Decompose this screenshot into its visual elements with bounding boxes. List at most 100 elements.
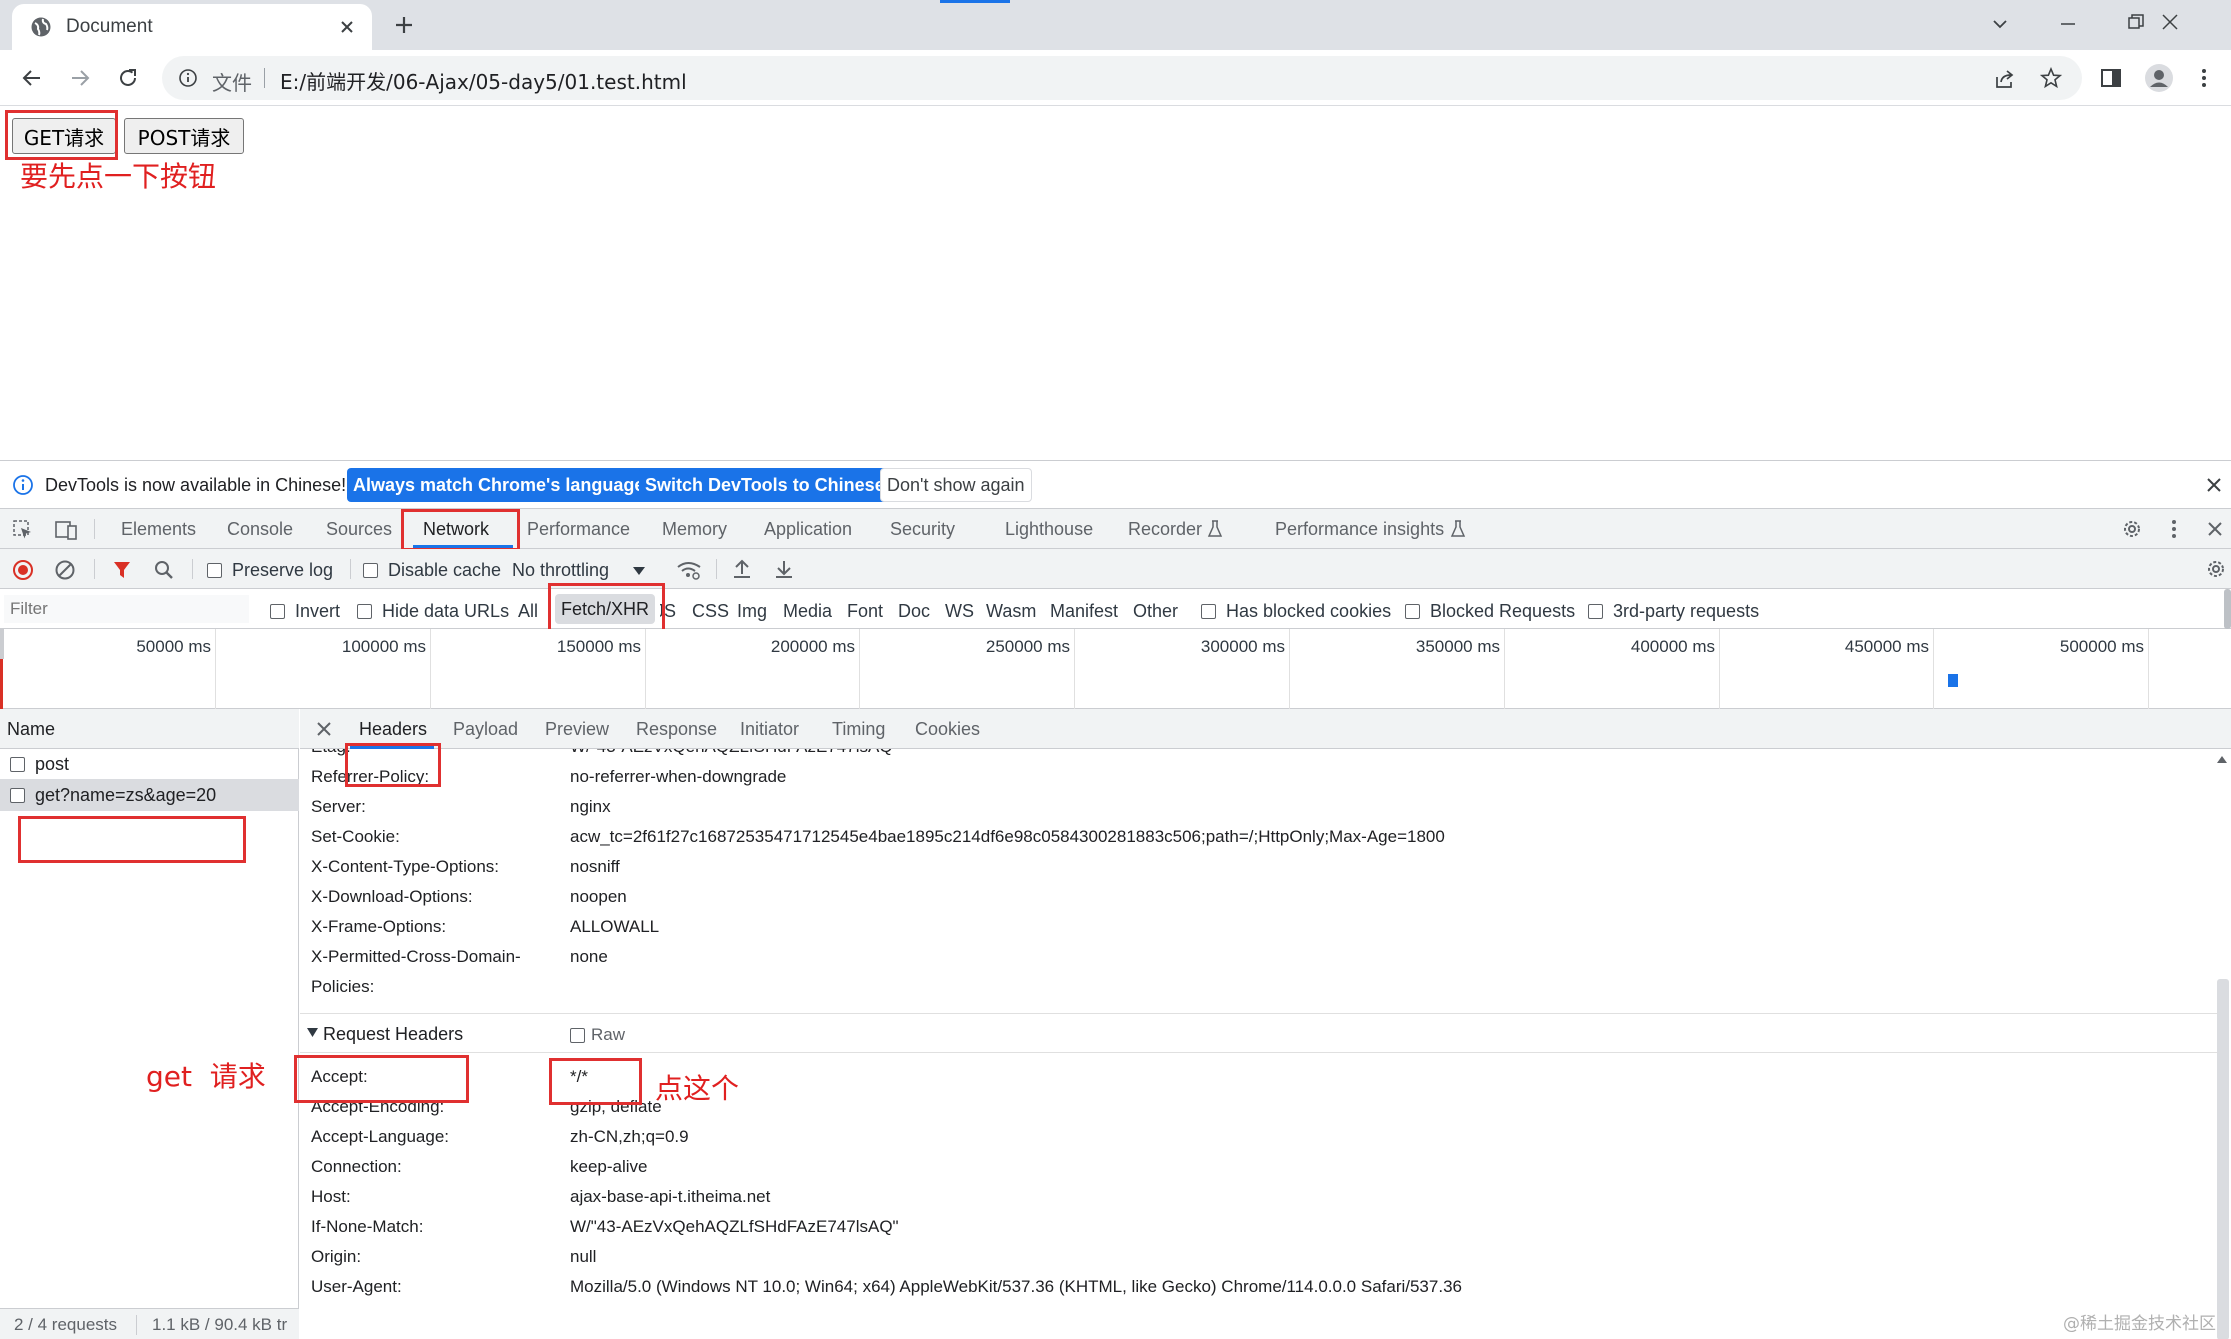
- address-url[interactable]: E:/前端开发/06-Ajax/05-day5/01.test.html: [280, 66, 687, 95]
- detail-tab-timing[interactable]: Timing: [832, 709, 885, 749]
- disable-cache-box[interactable]: [363, 563, 378, 578]
- detail-tab-preview[interactable]: Preview: [545, 709, 609, 749]
- request-row-checkbox[interactable]: [10, 756, 25, 772]
- detail-tab-headers[interactable]: Headers: [359, 709, 427, 749]
- type-filter-all[interactable]: All: [518, 601, 538, 622]
- switch-devtools-chinese-button[interactable]: Switch DevTools to Chinese: [639, 468, 891, 502]
- tab-network[interactable]: Network: [423, 509, 489, 549]
- third-party-requests-checkbox[interactable]: 3rd-party requests: [1588, 601, 1759, 622]
- network-conditions-wifi-icon[interactable]: [676, 559, 702, 581]
- type-filter-ws[interactable]: WS: [945, 601, 974, 622]
- browser-tab[interactable]: Document: [12, 4, 372, 50]
- request-row-selected[interactable]: get?name=zs&age=20: [0, 779, 299, 811]
- headers-scrollbar-thumb[interactable]: [2217, 979, 2229, 1339]
- request-list-header[interactable]: Name: [0, 709, 299, 749]
- window-close-icon[interactable]: [2160, 12, 2180, 32]
- get-request-button[interactable]: GET请求: [12, 118, 116, 154]
- browser-menu-icon[interactable]: [2200, 67, 2208, 89]
- info-icon[interactable]: [178, 68, 198, 88]
- detail-close-icon[interactable]: [316, 721, 332, 737]
- address-bar[interactable]: 文件 E:/前端开发/06-Ajax/05-day5/01.test.html: [162, 56, 2082, 100]
- always-match-language-button[interactable]: Always match Chrome's language: [347, 468, 651, 502]
- third-party-requests-box[interactable]: [1588, 604, 1603, 619]
- type-filter-manifest[interactable]: Manifest: [1050, 601, 1118, 622]
- type-filter-doc[interactable]: Doc: [898, 601, 930, 622]
- network-settings-gear-icon[interactable]: [2204, 557, 2228, 581]
- share-icon[interactable]: [1994, 68, 2016, 90]
- has-blocked-cookies-box[interactable]: [1201, 604, 1216, 619]
- timeline-request-bar: [1948, 674, 1958, 687]
- search-icon[interactable]: [153, 559, 175, 581]
- devtools-settings-gear-icon[interactable]: [2120, 517, 2144, 541]
- hide-data-urls-box[interactable]: [357, 604, 372, 619]
- type-filter-fetch-xhr[interactable]: Fetch/XHR: [555, 594, 656, 624]
- tab-recorder[interactable]: Recorder: [1128, 509, 1202, 549]
- side-panel-icon[interactable]: [2100, 67, 2122, 89]
- request-row[interactable]: post: [0, 749, 299, 779]
- forward-arrow-icon[interactable]: [68, 66, 92, 90]
- type-filter-css[interactable]: CSS: [692, 601, 729, 622]
- headers-scrollbar-up-icon[interactable]: [2217, 755, 2227, 763]
- tab-lighthouse[interactable]: Lighthouse: [1005, 509, 1093, 549]
- tab-performance-insights[interactable]: Performance insights: [1275, 509, 1444, 549]
- tab-application[interactable]: Application: [764, 509, 852, 549]
- inspect-element-icon[interactable]: [12, 519, 34, 541]
- profile-avatar-icon[interactable]: [2144, 63, 2174, 93]
- invert-checkbox[interactable]: Invert: [270, 601, 340, 622]
- detail-tab-response[interactable]: Response: [636, 709, 717, 749]
- detail-tab-initiator[interactable]: Initiator: [740, 709, 799, 749]
- tab-sources[interactable]: Sources: [326, 509, 392, 549]
- filter-bar-scrollbar[interactable]: [2224, 589, 2231, 629]
- tab-search-chevron-icon[interactable]: [1990, 14, 2010, 34]
- invert-box[interactable]: [270, 604, 285, 619]
- reload-icon[interactable]: [116, 66, 140, 90]
- restore-icon[interactable]: [2126, 12, 2146, 32]
- type-filter-img[interactable]: Img: [737, 601, 767, 622]
- tab-security[interactable]: Security: [890, 509, 955, 549]
- record-stop-icon[interactable]: [12, 559, 34, 581]
- request-row-checkbox[interactable]: [10, 787, 25, 803]
- request-headers-section[interactable]: Request Headers Raw: [300, 1013, 2220, 1053]
- clear-icon[interactable]: [54, 559, 76, 581]
- detail-tab-payload[interactable]: Payload: [453, 709, 518, 749]
- type-filter-other[interactable]: Other: [1133, 601, 1178, 622]
- filter-input[interactable]: [4, 595, 249, 623]
- preserve-log-box[interactable]: [207, 563, 222, 578]
- has-blocked-cookies-checkbox[interactable]: Has blocked cookies: [1201, 601, 1391, 622]
- device-toolbar-icon[interactable]: [54, 519, 78, 541]
- tab-memory[interactable]: Memory: [662, 509, 727, 549]
- import-har-icon[interactable]: [732, 558, 752, 580]
- new-tab-icon[interactable]: [393, 14, 415, 36]
- devtools-more-icon[interactable]: [2170, 519, 2178, 539]
- export-har-icon[interactable]: [774, 558, 794, 580]
- section-collapse-triangle-icon[interactable]: [307, 1028, 318, 1038]
- preserve-log-checkbox[interactable]: Preserve log: [207, 560, 333, 581]
- tab-close-icon[interactable]: [338, 18, 356, 36]
- type-filter-wasm[interactable]: Wasm: [986, 601, 1036, 622]
- minimize-icon[interactable]: [2058, 14, 2078, 34]
- type-filter-js[interactable]: JS: [660, 601, 676, 622]
- dont-show-again-button[interactable]: Don't show again: [880, 468, 1032, 502]
- devtools-close-icon[interactable]: [2206, 520, 2224, 538]
- type-filter-media[interactable]: Media: [783, 601, 832, 622]
- detail-tab-cookies[interactable]: Cookies: [915, 709, 980, 749]
- request-header-row: User-Agent: Mozilla/5.0 (Windows NT 10.0;…: [311, 1277, 1462, 1296]
- star-icon[interactable]: [2040, 67, 2062, 89]
- headers-scroll-area[interactable]: Etag:W/"43-AEzVxQehAQZLfSHdFAzE747lsAQ" …: [300, 749, 2231, 1339]
- raw-box[interactable]: [570, 1027, 585, 1043]
- post-request-button[interactable]: POST请求: [124, 118, 244, 154]
- tab-elements[interactable]: Elements: [121, 509, 196, 549]
- blocked-requests-checkbox[interactable]: Blocked Requests: [1405, 601, 1575, 622]
- disable-cache-checkbox[interactable]: Disable cache: [363, 560, 501, 581]
- blocked-requests-box[interactable]: [1405, 604, 1420, 619]
- tab-performance[interactable]: Performance: [527, 509, 630, 549]
- filter-funnel-icon[interactable]: [112, 560, 132, 580]
- throttling-select[interactable]: No throttling: [512, 560, 646, 581]
- type-filter-font[interactable]: Font: [847, 601, 883, 622]
- tab-console[interactable]: Console: [227, 509, 293, 549]
- overview-timeline[interactable]: 50000 ms 100000 ms 150000 ms 200000 ms 25000…: [0, 629, 2231, 709]
- infobar-close-icon[interactable]: [2205, 476, 2223, 494]
- hide-data-urls-checkbox[interactable]: Hide data URLs: [357, 601, 509, 622]
- raw-checkbox[interactable]: Raw: [570, 1025, 625, 1045]
- back-arrow-icon[interactable]: [20, 66, 44, 90]
